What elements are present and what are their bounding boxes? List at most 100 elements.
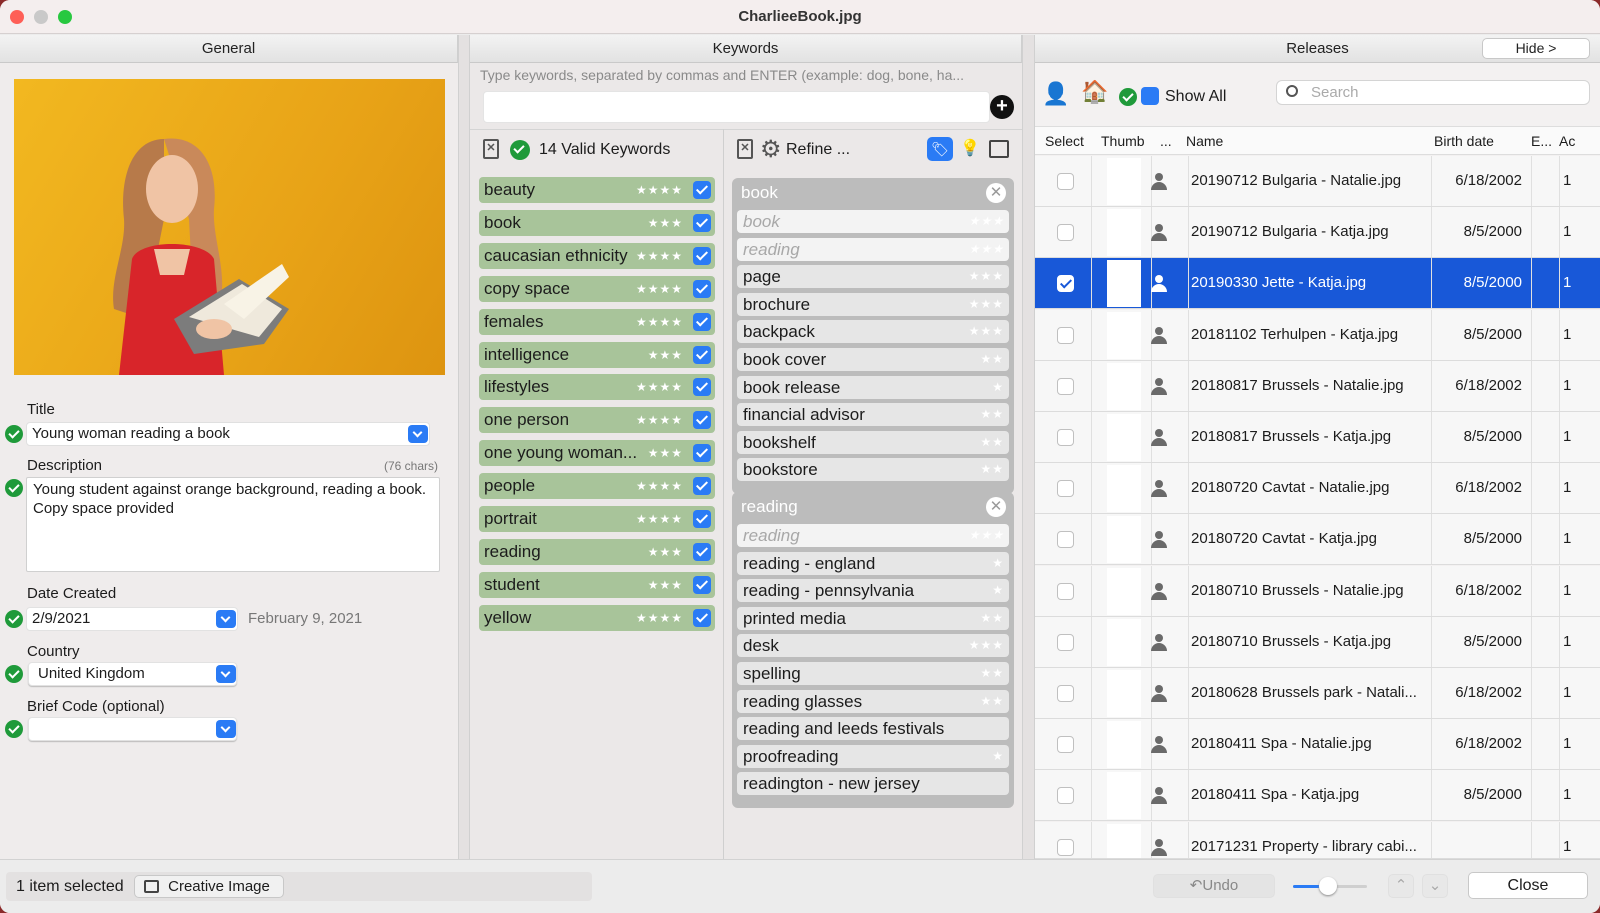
column-ac[interactable]: Ac — [1559, 133, 1575, 149]
keyword-item[interactable]: people ★★★★ — [479, 473, 715, 500]
keyword-item[interactable]: reading ★★★ — [479, 538, 715, 565]
table-row[interactable]: 20180710 Brussels - Natalie.jpg 6/18/2002… — [1035, 565, 1600, 617]
creative-image-button[interactable]: Creative Image — [134, 875, 284, 898]
close-button[interactable]: Close — [1468, 872, 1588, 899]
brief-code-dropdown-button[interactable] — [216, 720, 236, 738]
table-row[interactable]: 20190712 Bulgaria - Natalie.jpg 6/18/2002… — [1035, 156, 1600, 207]
keyword-item[interactable]: copy space ★★★★ — [479, 275, 715, 302]
refine-suggestion[interactable]: page ★★★ — [737, 265, 1009, 289]
keyword-item[interactable]: student ★★★ — [479, 571, 715, 598]
list-view-icon[interactable] — [989, 140, 1009, 158]
undo-button[interactable]: ↶Undo — [1153, 874, 1275, 898]
gear-icon[interactable]: ⚙ — [760, 135, 782, 164]
refine-suggestion[interactable]: desk ★★★ — [737, 634, 1009, 658]
keyword-checkbox[interactable] — [693, 510, 711, 528]
keyword-checkbox[interactable] — [693, 279, 711, 298]
column-e[interactable]: E... — [1531, 133, 1552, 149]
tag-icon[interactable]: 🏷 — [927, 137, 953, 161]
keyword-item[interactable]: caucasian ethnicity ★★★★ — [479, 242, 715, 269]
row-select-checkbox[interactable] — [1057, 685, 1074, 702]
row-select-checkbox[interactable] — [1057, 531, 1074, 549]
refine-suggestion[interactable]: backpack ★★★ — [737, 320, 1009, 344]
column-name[interactable]: Name — [1186, 133, 1223, 149]
table-row[interactable]: 20180710 Brussels - Katja.jpg 8/5/2000 1 — [1035, 616, 1600, 668]
description-textarea[interactable]: Young student against orange background,… — [26, 477, 440, 572]
refine-suggestion[interactable]: readington - new jersey — [737, 772, 1009, 796]
keyword-checkbox[interactable] — [693, 378, 711, 397]
refine-suggestion[interactable]: book release ★ — [737, 375, 1009, 399]
column-select[interactable]: Select — [1045, 133, 1084, 149]
keyword-checkbox[interactable] — [693, 411, 711, 430]
keyword-item[interactable]: one person ★★★★ — [479, 407, 715, 434]
row-select-checkbox[interactable] — [1057, 224, 1074, 242]
date-field[interactable]: 2/9/2021 — [26, 607, 238, 631]
row-select-checkbox[interactable] — [1057, 838, 1074, 856]
refine-suggestion[interactable]: reading - pennsylvania ★ — [737, 579, 1009, 603]
row-select-checkbox[interactable] — [1057, 480, 1074, 498]
keyword-checkbox[interactable] — [693, 477, 711, 496]
trash-icon[interactable]: ✕ — [483, 139, 499, 159]
brief-code-select[interactable] — [28, 717, 237, 741]
release-search-field[interactable]: Search — [1276, 80, 1590, 105]
refine-suggestion[interactable]: book cover ★★ — [737, 348, 1009, 371]
hide-button[interactable]: Hide > — [1482, 38, 1590, 59]
row-select-checkbox[interactable] — [1057, 787, 1074, 805]
row-select-checkbox[interactable] — [1057, 582, 1074, 600]
zoom-window-button[interactable] — [58, 10, 72, 24]
minimize-window-button[interactable] — [34, 10, 48, 24]
table-row[interactable]: 20180817 Brussels - Katja.jpg 8/5/2000 1 — [1035, 412, 1600, 463]
keyword-checkbox[interactable] — [693, 542, 711, 561]
zoom-slider-track[interactable] — [1293, 877, 1367, 895]
title-field[interactable]: Young woman reading a book — [26, 422, 430, 446]
refine-trash-icon[interactable]: ✕ — [737, 139, 753, 159]
keyword-checkbox[interactable] — [693, 345, 711, 364]
zoom-slider-knob[interactable] — [1319, 877, 1337, 895]
previous-arrow-button[interactable]: ⌃ — [1388, 874, 1414, 898]
add-person-release-icon[interactable]: 👤 — [1042, 81, 1069, 107]
country-select[interactable]: United Kingdom — [28, 662, 237, 686]
table-row[interactable]: 20180720 Cavtat - Katja.jpg 8/5/2000 1 — [1035, 514, 1600, 566]
splitter-left[interactable] — [458, 35, 470, 859]
refine-suggestion[interactable]: book ★★★ — [737, 210, 1009, 233]
row-select-checkbox[interactable] — [1057, 377, 1074, 395]
keyword-item[interactable]: lifestyles ★★★★ — [479, 374, 715, 401]
keyword-item[interactable]: intelligence ★★★ — [479, 341, 715, 368]
keyword-input[interactable] — [483, 91, 990, 123]
refine-suggestion[interactable]: brochure ★★★ — [737, 292, 1009, 316]
refine-suggestion[interactable]: reading - england ★ — [737, 551, 1009, 575]
add-property-release-icon[interactable]: 🏠 — [1081, 79, 1108, 105]
row-select-checkbox[interactable] — [1057, 429, 1074, 446]
keyword-checkbox[interactable] — [693, 444, 711, 463]
row-select-checkbox[interactable] — [1057, 326, 1074, 344]
next-arrow-button[interactable]: ⌄ — [1422, 874, 1448, 898]
add-keyword-button[interactable]: + — [990, 95, 1014, 119]
table-row[interactable]: 20180628 Brussels park - Natali... 6/18/2… — [1035, 668, 1600, 719]
row-select-checkbox[interactable] — [1057, 173, 1074, 190]
refine-suggestion[interactable]: financial advisor ★★ — [737, 403, 1009, 427]
keyword-checkbox[interactable] — [693, 312, 711, 331]
table-row[interactable]: 20180817 Brussels - Natalie.jpg 6/18/2002… — [1035, 360, 1600, 412]
keyword-checkbox[interactable] — [693, 213, 711, 232]
refine-suggestion[interactable]: reading ★★★ — [737, 237, 1009, 261]
keyword-item[interactable]: one young woman... ★★★ — [479, 440, 715, 467]
refine-label[interactable]: Refine ... — [786, 141, 850, 159]
keyword-item[interactable]: book ★★★ — [479, 209, 715, 236]
row-select-checkbox[interactable] — [1057, 633, 1074, 651]
close-window-button[interactable] — [10, 10, 24, 24]
keyword-item[interactable]: beauty ★★★★ — [479, 177, 715, 203]
date-picker-button[interactable] — [216, 610, 236, 628]
close-icon[interactable]: ✕ — [986, 497, 1006, 517]
table-row[interactable]: 20190330 Jette - Katja.jpg 8/5/2000 1 — [1035, 258, 1600, 310]
refine-suggestion[interactable]: reading and leeds festivals — [737, 717, 1009, 741]
keyword-checkbox[interactable] — [693, 575, 711, 594]
keyword-item[interactable]: females ★★★★ — [479, 308, 715, 335]
refine-suggestion[interactable]: reading ★★★ — [737, 524, 1009, 547]
refine-suggestion[interactable]: reading glasses ★★ — [737, 689, 1009, 713]
table-row[interactable]: 20180411 Spa - Katja.jpg 8/5/2000 1 — [1035, 770, 1600, 822]
table-row[interactable]: 20181102 Terhulpen - Katja.jpg 8/5/2000 1 — [1035, 309, 1600, 361]
close-icon[interactable]: ✕ — [986, 183, 1006, 203]
refine-suggestion[interactable]: bookshelf ★★ — [737, 430, 1009, 454]
show-all-checkbox[interactable] — [1141, 87, 1159, 105]
refine-suggestion[interactable]: proofreading ★ — [737, 744, 1009, 768]
column-type[interactable]: ... — [1160, 133, 1172, 149]
